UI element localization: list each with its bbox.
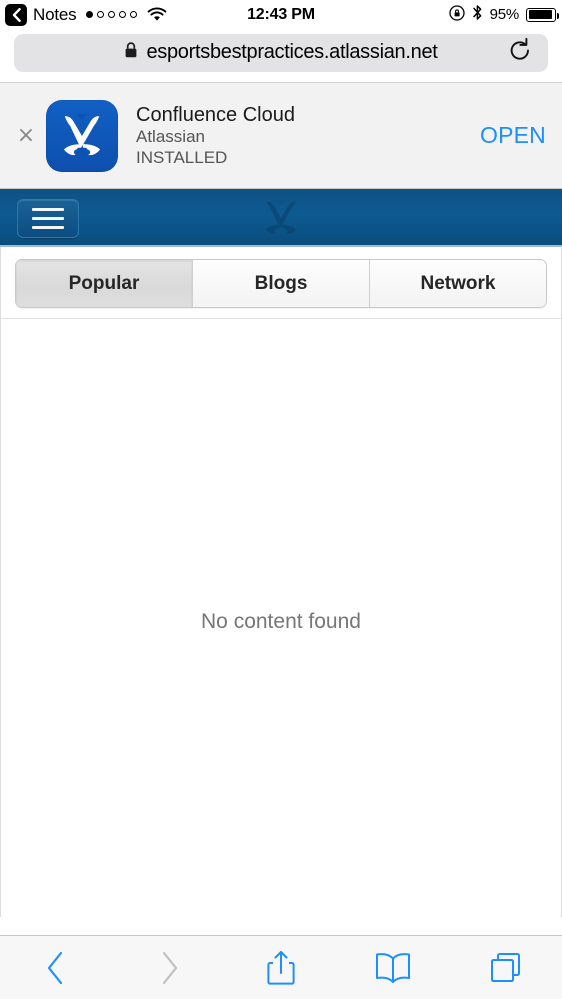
share-icon [267,950,295,985]
tabs-icon [490,952,520,982]
site-header [0,189,562,247]
chevron-right-icon [162,951,177,984]
nav-forward-button [112,950,224,986]
esports-x-logo-icon [63,113,101,157]
hamburger-line-3 [32,226,64,229]
confluence-app-icon[interactable] [46,99,118,172]
mobile-safari-screen: Notes 12:43 PM 95% esportsbestpractices.… [0,0,562,999]
chevron-left-icon [48,951,63,984]
lock-icon [124,41,138,64]
tab-network[interactable]: Network [370,260,546,307]
app-install-state: INSTALLED [136,147,228,167]
tabs-button[interactable] [450,951,562,985]
app-title: Confluence Cloud [136,103,295,126]
empty-state-message: No content found [201,609,361,633]
bookmarks-button[interactable] [337,951,449,985]
content-area: No content found [1,319,561,924]
smart-app-banner: × Confluence Cloud Atlassian INSTALLED O… [0,83,562,189]
address-bar[interactable]: esportsbestpractices.atlassian.net [14,33,548,72]
tab-blogs[interactable]: Blogs [193,260,370,307]
status-bar-clock: 12:43 PM [247,5,315,23]
esports-x-logo[interactable] [256,194,306,245]
address-bar-content: esportsbestpractices.atlassian.net [124,41,438,64]
tab-strip: Popular Blogs Network [1,247,561,319]
status-bar: Notes 12:43 PM 95% [0,0,562,29]
safari-toolbar [0,935,562,999]
open-app-button[interactable]: OPEN [480,122,546,149]
tab-group: Popular Blogs Network [15,259,547,308]
browser-address-bar-container: esportsbestpractices.atlassian.net [0,29,562,83]
reload-icon[interactable] [508,37,532,68]
close-icon[interactable]: × [8,124,44,147]
page-content: Popular Blogs Network No content found [0,247,562,924]
battery-icon [526,7,559,22]
app-developer: Atlassian [136,126,205,146]
nav-back-button[interactable] [0,950,112,986]
hamburger-menu-icon[interactable] [17,199,79,238]
app-banner-text: Confluence Cloud Atlassian INSTALLED [136,103,480,169]
share-button[interactable] [225,949,337,987]
book-icon [376,952,411,983]
hamburger-line-2 [32,217,64,220]
hamburger-line-1 [32,208,64,211]
tab-popular[interactable]: Popular [16,260,193,307]
url-text: esportsbestpractices.atlassian.net [146,41,438,63]
